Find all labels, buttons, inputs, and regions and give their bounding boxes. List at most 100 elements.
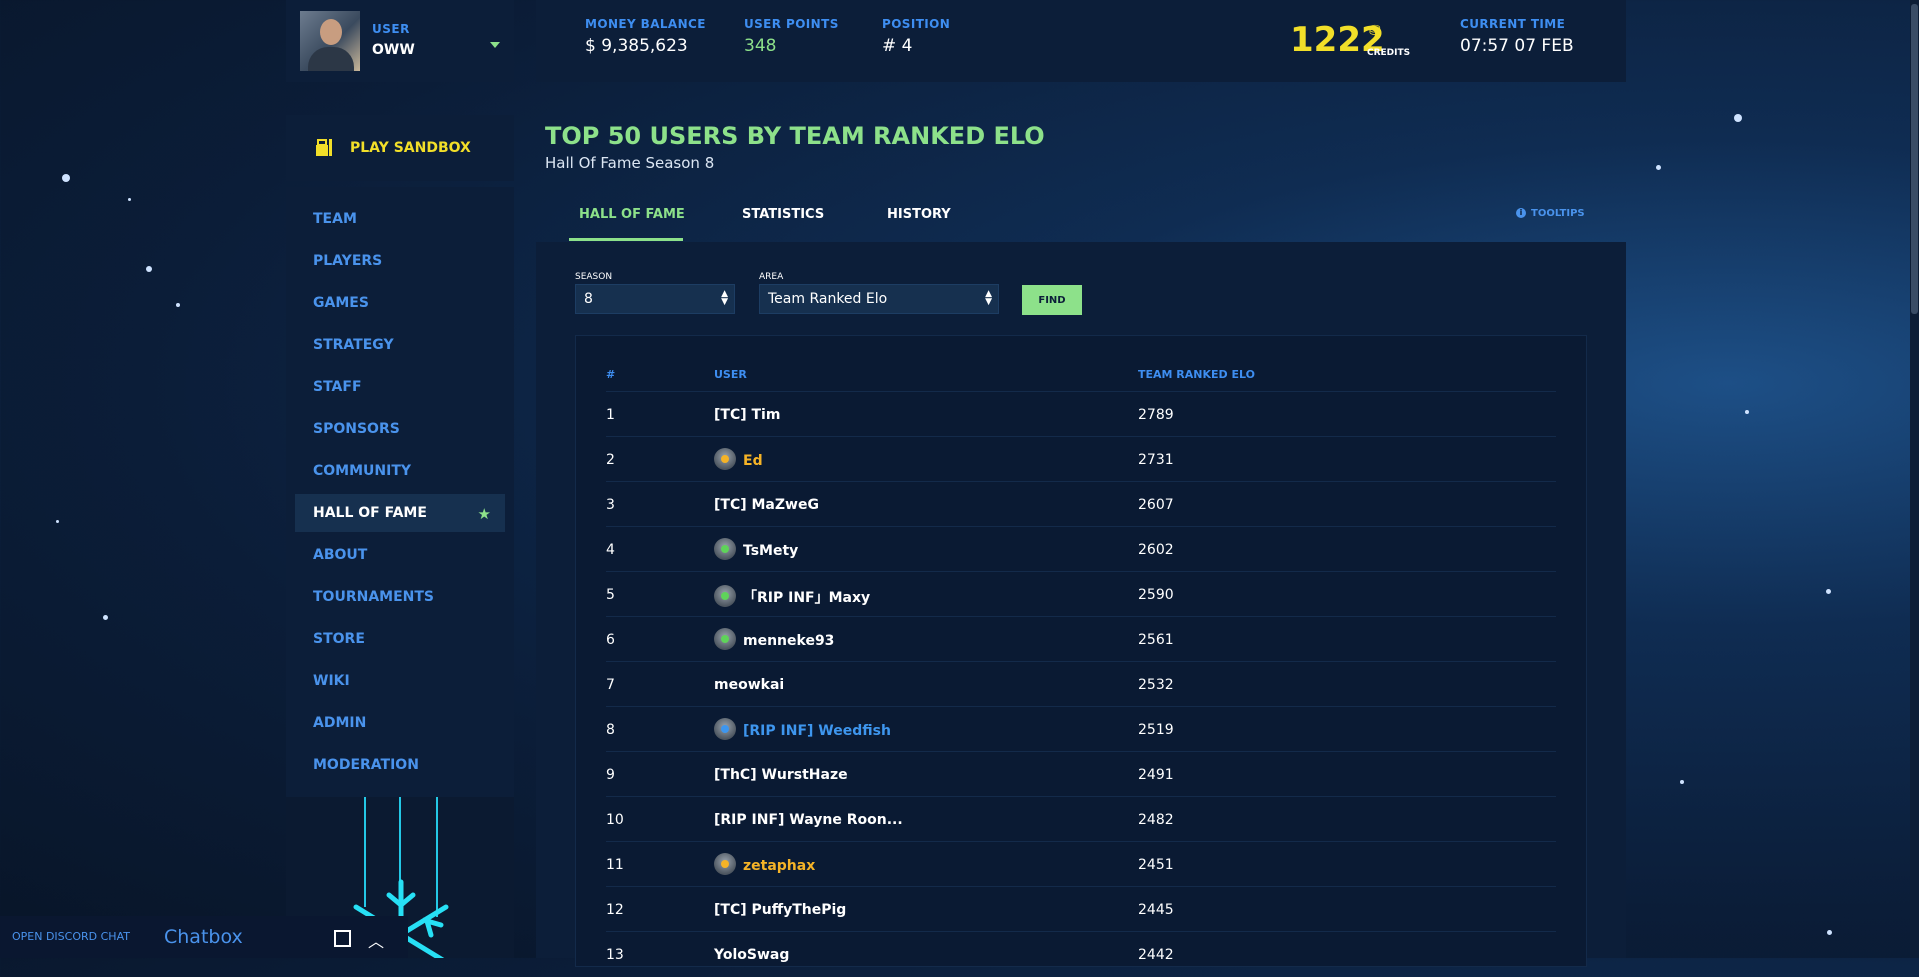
sidebar-item-strategy[interactable]: STRATEGY <box>295 326 505 364</box>
sidebar-item-sponsors[interactable]: SPONSORS <box>295 410 505 448</box>
sidebar-item-players[interactable]: PLAYERS <box>295 242 505 280</box>
row-user[interactable]: [TC] PuffyThePig <box>714 902 846 918</box>
sidebar-item-hall-of-fame[interactable]: HALL OF FAME ★ <box>295 494 505 532</box>
scrollbar-thumb[interactable] <box>1911 4 1918 314</box>
row-user[interactable]: zetaphax <box>714 853 815 875</box>
row-user-name: menneke93 <box>743 633 835 649</box>
star <box>1745 410 1749 414</box>
ranking-table: # USER TEAM RANKED ELO 1 [TC] Tim 2789 2 Ed 2… <box>575 335 1587 967</box>
select-arrows-icon: ▲ ▼ <box>721 289 728 307</box>
table-row[interactable]: 12 [TC] PuffyThePig 2445 <box>606 886 1556 932</box>
page-subtitle: Hall Of Fame Season 8 <box>545 154 715 172</box>
row-user[interactable]: [RIP INF] Wayne Roon... <box>714 812 903 828</box>
table-row[interactable]: 4 TsMety 2602 <box>606 526 1556 572</box>
sidebar-item-label: SPONSORS <box>313 421 400 437</box>
sidebar-item-staff[interactable]: STAFF <box>295 368 505 406</box>
season-label: SEASON <box>575 272 613 282</box>
sidebar-item-about[interactable]: ABOUT <box>295 536 505 574</box>
row-user[interactable]: meowkai <box>714 677 784 693</box>
open-discord-chat-link[interactable]: OPEN DISCORD CHAT <box>12 930 130 943</box>
row-rank: 9 <box>606 767 615 783</box>
current-time-value: 07:57 07 FEB <box>1460 36 1574 56</box>
row-user-name: Ed <box>743 453 763 469</box>
chevron-down-icon[interactable] <box>490 42 500 48</box>
sidebar-item-store[interactable]: STORE <box>295 620 505 658</box>
maximize-icon[interactable] <box>334 930 351 947</box>
row-user[interactable]: YoloSwag <box>714 947 789 963</box>
select-arrows-icon: ▲ ▼ <box>985 289 992 307</box>
sidebar-item-tournaments[interactable]: TOURNAMENTS <box>295 578 505 616</box>
row-user-name: [TC] PuffyThePig <box>714 902 847 918</box>
active-tab-indicator <box>569 238 683 241</box>
play-sandbox-button[interactable]: PLAY SANDBOX <box>286 115 514 181</box>
row-user[interactable]: [RIP INF] Weedfish <box>714 718 891 740</box>
row-user-name: [RIP INF] Wayne Roon... <box>714 812 903 828</box>
table-row[interactable]: 2 Ed 2731 <box>606 436 1556 482</box>
area-select[interactable]: Team Ranked Elo ▲ ▼ <box>759 284 999 314</box>
row-user[interactable]: 「RIP INF」Maxy <box>714 585 871 607</box>
season-select-value: 8 <box>584 291 593 307</box>
sidebar-item-moderation[interactable]: MODERATION <box>295 746 505 784</box>
row-user-name: [RIP INF] Weedfish <box>743 723 891 739</box>
sidebar-item-label: ADMIN <box>313 715 367 731</box>
avatar <box>300 11 360 71</box>
tooltips-toggle[interactable]: i TOOLTIPS <box>1516 208 1585 219</box>
play-sandbox-label: PLAY SANDBOX <box>350 140 471 156</box>
season-select[interactable]: 8 ▲ ▼ <box>575 284 735 314</box>
row-elo: 2442 <box>1138 947 1174 963</box>
user-panel[interactable]: USER OWW <box>286 0 514 82</box>
tab-history[interactable]: HISTORY <box>887 207 951 222</box>
table-row[interactable]: 5 「RIP INF」Maxy 2590 <box>606 571 1556 617</box>
star <box>56 520 59 523</box>
row-user[interactable]: [ThC] WurstHaze <box>714 767 848 783</box>
table-row[interactable]: 6 menneke93 2561 <box>606 616 1556 662</box>
row-elo: 2731 <box>1138 452 1174 468</box>
table-row[interactable]: 9 [ThC] WurstHaze 2491 <box>606 751 1556 797</box>
row-rank: 5 <box>606 587 615 603</box>
sidebar-item-community[interactable]: COMMUNITY <box>295 452 505 490</box>
sandbox-bucket-icon <box>316 139 332 156</box>
table-row[interactable]: 8 [RIP INF] Weedfish 2519 <box>606 706 1556 752</box>
chatbox-title[interactable]: Chatbox <box>164 926 243 948</box>
table-row[interactable]: 3 [TC] MaZweG 2607 <box>606 481 1556 527</box>
tab-bar: HALL OF FAME STATISTICS HISTORY i TOOLTIP… <box>536 190 1626 242</box>
sidebar-item-label: TOURNAMENTS <box>313 589 434 605</box>
user-points-value: 348 <box>744 36 777 56</box>
row-user-name: meowkai <box>714 677 785 693</box>
star <box>128 198 131 201</box>
row-user-name: 「RIP INF」Maxy <box>743 590 871 606</box>
shield-badge-icon <box>714 853 736 875</box>
sidebar-item-admin[interactable]: ADMIN <box>295 704 505 742</box>
row-elo: 2532 <box>1138 677 1174 693</box>
row-user[interactable]: Ed <box>714 448 763 470</box>
sidebar-item-label: ABOUT <box>313 547 368 563</box>
tab-hall-of-fame[interactable]: HALL OF FAME <box>579 207 685 222</box>
table-row[interactable]: 1 [TC] Tim 2789 <box>606 391 1556 437</box>
tab-statistics[interactable]: STATISTICS <box>742 207 824 222</box>
row-user[interactable]: [TC] Tim <box>714 407 780 423</box>
table-row[interactable]: 11 zetaphax 2451 <box>606 841 1556 887</box>
table-row[interactable]: 7 meowkai 2532 <box>606 661 1556 707</box>
sidebar-item-team[interactable]: TEAM <box>295 200 505 238</box>
row-elo: 2590 <box>1138 587 1174 603</box>
chat-bar: OPEN DISCORD CHAT Chatbox ︿ <box>0 916 408 958</box>
sidebar-item-wiki[interactable]: WIKI <box>295 662 505 700</box>
column-header-rank: # <box>606 368 616 381</box>
row-user[interactable]: TsMety <box>714 538 799 560</box>
user-name: OWW <box>372 42 415 58</box>
table-row[interactable]: 10 [RIP INF] Wayne Roon... 2482 <box>606 796 1556 842</box>
find-button[interactable]: FIND <box>1022 285 1082 315</box>
row-user[interactable]: menneke93 <box>714 628 835 650</box>
shield-badge-icon <box>714 448 736 470</box>
table-row[interactable]: 13 YoloSwag 2442 <box>606 931 1556 977</box>
row-user[interactable]: [TC] MaZweG <box>714 497 819 513</box>
row-elo: 2451 <box>1138 857 1174 873</box>
row-rank: 10 <box>606 812 624 828</box>
row-user-name: TsMety <box>743 543 799 559</box>
row-rank: 7 <box>606 677 615 693</box>
sidebar-item-games[interactable]: GAMES <box>295 284 505 322</box>
star <box>176 303 180 307</box>
sidebar-item-label: STAFF <box>313 379 362 395</box>
shield-badge-icon <box>714 538 736 560</box>
chevron-up-icon[interactable]: ︿ <box>368 928 384 952</box>
